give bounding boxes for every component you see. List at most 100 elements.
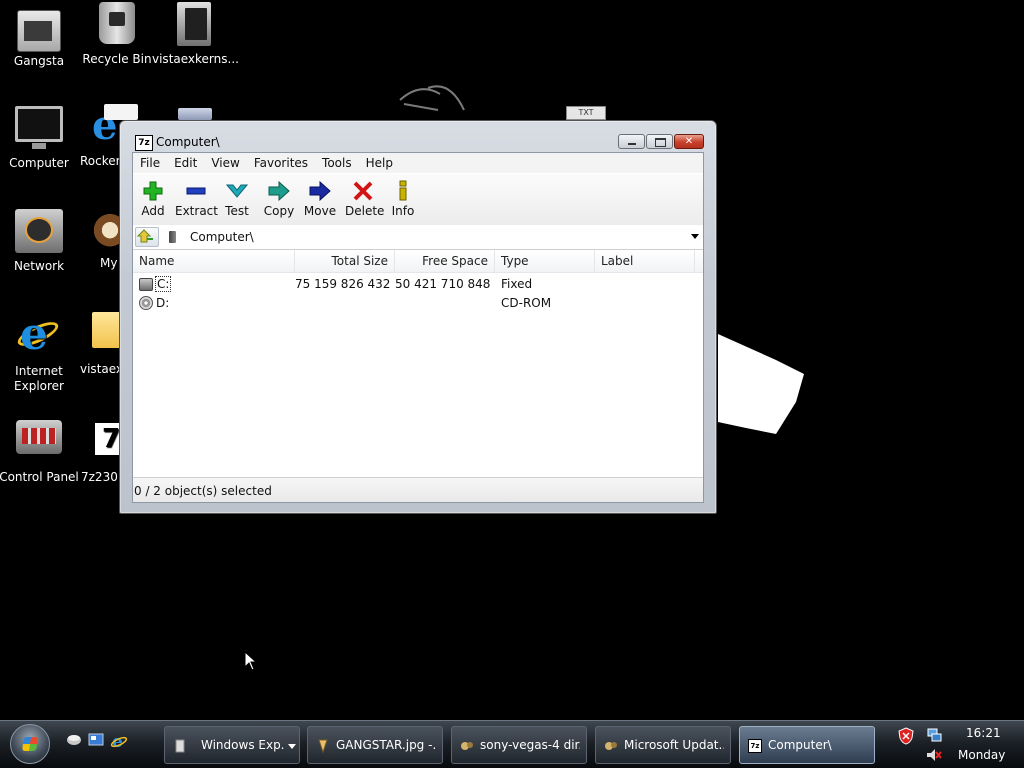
column-type[interactable]: Type (495, 250, 595, 272)
menu-edit[interactable]: Edit (167, 153, 204, 173)
chevron-down-icon[interactable] (288, 744, 296, 749)
window-title: Computer\ (156, 135, 220, 149)
computer-icon (15, 106, 63, 149)
minimize-button[interactable] (618, 134, 645, 149)
desktop-icon-my[interactable]: My (76, 214, 120, 271)
network-icon (15, 209, 63, 253)
start-button[interactable] (10, 724, 50, 764)
app-icon: 7z (135, 135, 153, 151)
test-button[interactable]: Test (223, 180, 251, 218)
item-total-size: 75 159 826 432 (295, 277, 391, 291)
column-total-size[interactable]: Total Size (295, 250, 395, 272)
cd-rom-icon (139, 296, 153, 310)
list-item[interactable]: C: 75 159 826 432 50 421 710 848 Fixed (133, 275, 703, 294)
control-panel-icon (16, 420, 62, 454)
column-name[interactable]: Name (133, 250, 295, 272)
taskbar-button-sony-vegas[interactable]: sony-vegas-4 dir... (451, 726, 587, 764)
file-manager-window: 7z Computer\ File Edit View Favorites To… (119, 120, 717, 514)
image-file-icon (17, 10, 61, 52)
menu-help[interactable]: Help (359, 153, 400, 173)
file-list: Name Total Size Free Space Type Label C:… (133, 250, 703, 480)
extract-icon (186, 187, 206, 195)
task-label: Computer\ (768, 738, 832, 752)
desktop-icon-label: Rockers (80, 154, 120, 168)
taskbar-button-windows-explorer[interactable]: Windows Exp... (164, 726, 300, 764)
desktop-icon-label: vistaexk (80, 362, 120, 376)
menu-view[interactable]: View (204, 153, 246, 173)
taskbar-button-microsoft-update[interactable]: Microsoft Updat... (595, 726, 731, 764)
add-button[interactable]: Add (139, 180, 167, 218)
copy-button[interactable]: Copy (262, 180, 296, 218)
status-text: 0 / 2 object(s) selected (134, 484, 272, 498)
desktop-icon-label: Control Panel (0, 470, 79, 484)
address-path[interactable]: Computer\ (190, 230, 254, 244)
column-label[interactable]: Label (595, 250, 695, 272)
security-shield-icon[interactable] (898, 727, 914, 745)
desktop-icon-control-panel[interactable]: Control Panel (0, 420, 81, 485)
mouse-cursor-icon (244, 651, 258, 671)
desktop-icon-label: Recycle Bin (82, 52, 152, 66)
hard-drive-icon (139, 278, 153, 291)
file-icon[interactable] (104, 104, 138, 120)
task-label: sony-vegas-4 dir... (480, 738, 580, 752)
desktop-icon-recycle-bin[interactable]: Recycle Bin (75, 2, 159, 67)
taskbar-button-computer[interactable]: 7z Computer\ (739, 726, 875, 764)
item-name: C: (154, 276, 172, 292)
7zip-installer-icon: 7 (94, 422, 120, 456)
info-button[interactable]: Info (391, 180, 415, 218)
item-name: D: (156, 296, 170, 310)
chevron-down-icon[interactable] (691, 234, 699, 239)
maximize-button[interactable] (646, 134, 673, 149)
desktop-icon-vistaexkerns[interactable]: vistaexkerns... (152, 2, 239, 67)
delete-label: Delete (345, 204, 385, 218)
up-folder-button[interactable] (135, 227, 159, 247)
toolbar: Add Extract Test Copy Move Delete Info (133, 173, 703, 227)
move-button[interactable]: Move (303, 180, 337, 218)
desktop-icon-7z2301[interactable]: 7 7z2301 (76, 420, 120, 485)
list-header: Name Total Size Free Space Type Label (133, 250, 703, 273)
add-label: Add (141, 204, 165, 218)
delete-button[interactable]: Delete (345, 180, 385, 218)
window-client: File Edit View Favorites Tools Help Add … (132, 152, 704, 503)
close-button[interactable] (674, 134, 704, 149)
desktop-icon-computer[interactable]: Computer (0, 106, 81, 171)
folder-icon (92, 312, 120, 348)
txt-file-label: TXT (578, 108, 594, 117)
menu-file[interactable]: File (133, 153, 167, 173)
desktop-icon-gangsta[interactable]: Gangsta (0, 10, 81, 69)
desktop-icon-vistaexk[interactable]: vistaexk (76, 312, 120, 377)
column-free-space[interactable]: Free Space (395, 250, 495, 272)
network-status-icon[interactable] (926, 727, 942, 743)
extract-button[interactable]: Extract (175, 180, 218, 218)
taskbar-button-gangstar[interactable]: GANGSTAR.jpg -... (307, 726, 443, 764)
clock-day[interactable]: Monday (958, 748, 1005, 762)
column-more[interactable] (695, 250, 703, 272)
title-bar[interactable]: 7z Computer\ (120, 121, 716, 153)
desktop-icon-label: vistaexkerns... (152, 52, 239, 66)
list-item[interactable]: D: CD-ROM (133, 294, 703, 313)
task-label: GANGSTAR.jpg -... (336, 738, 436, 752)
file-icon[interactable] (178, 108, 212, 120)
copy-label: Copy (263, 204, 295, 218)
desktop-icon-internet-explorer[interactable]: e Internet Explorer (0, 312, 81, 394)
desktop-icon-label: Internet Explorer (14, 364, 64, 393)
menu-tools[interactable]: Tools (315, 153, 359, 173)
txt-file-icon[interactable]: TXT (566, 106, 606, 120)
address-bar: Computer\ (133, 225, 703, 250)
paint-icon (318, 739, 328, 753)
quick-launch-desktop-icon[interactable] (88, 732, 104, 748)
extract-label: Extract (175, 204, 218, 218)
quick-launch-switch-icon[interactable] (66, 732, 82, 748)
move-icon (309, 181, 331, 201)
update-icon (605, 742, 617, 750)
desktop-icon-network[interactable]: Network (0, 209, 81, 274)
recycle-bin-icon (99, 2, 135, 44)
clock-time[interactable]: 16:21 (966, 726, 1001, 740)
volume-muted-icon[interactable] (926, 747, 942, 763)
up-arrow-icon (136, 229, 153, 243)
menu-favorites[interactable]: Favorites (247, 153, 315, 173)
test-label: Test (225, 204, 249, 218)
status-bar: 0 / 2 object(s) selected (133, 477, 703, 502)
quick-launch-ie-icon[interactable]: e (110, 732, 128, 752)
wallpaper-sketch (399, 85, 465, 111)
